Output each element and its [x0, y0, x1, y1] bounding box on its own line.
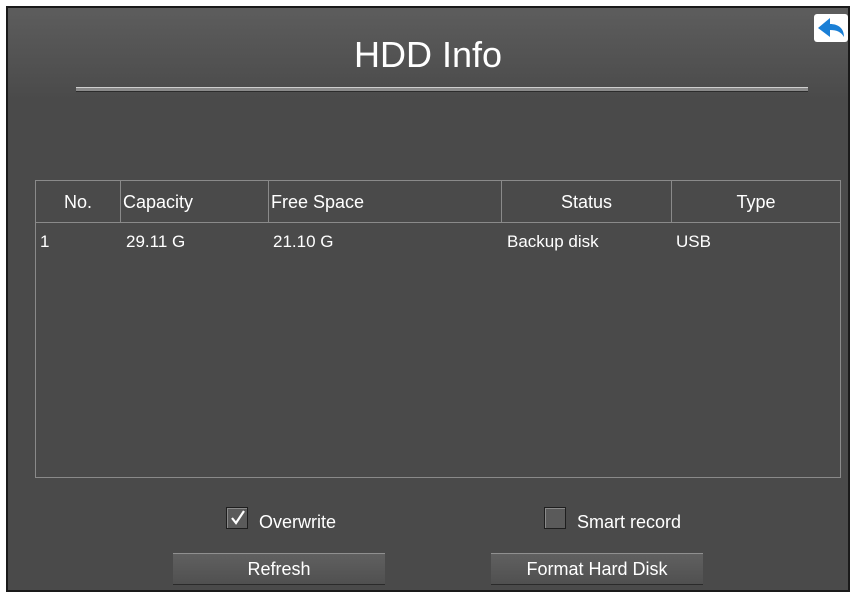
- cell-type: USB: [676, 232, 711, 251]
- column-header-free-space: Free Space: [268, 181, 501, 222]
- title-bar: HDD Info: [8, 8, 848, 100]
- refresh-button[interactable]: Refresh: [173, 553, 385, 585]
- column-header-capacity: Capacity: [120, 181, 268, 222]
- smart-record-label: Smart record: [577, 512, 682, 532]
- cell-free-space: 21.10 G: [273, 232, 334, 251]
- table-header: No. Capacity Free Space Status Type: [36, 181, 840, 223]
- hdd-info-window: HDD Info No. Capacity Free Space Status …: [6, 6, 850, 592]
- overwrite-label: Overwrite: [259, 512, 337, 532]
- back-arrow-icon: [818, 18, 844, 37]
- column-header-status: Status: [501, 181, 671, 222]
- back-button[interactable]: [814, 14, 848, 42]
- checkmark-icon: [231, 510, 245, 525]
- page-title: HDD Info: [353, 34, 503, 75]
- smart-record-checkbox[interactable]: [544, 507, 566, 529]
- format-hard-disk-button[interactable]: Format Hard Disk: [491, 553, 703, 585]
- title-divider: [76, 87, 808, 92]
- cell-capacity: 29.11 G: [126, 232, 186, 251]
- overwrite-checkbox[interactable]: [226, 507, 248, 529]
- hdd-table: No. Capacity Free Space Status Type 1 29…: [35, 180, 841, 478]
- cell-status: Backup disk: [507, 232, 599, 251]
- cell-no: 1: [40, 232, 50, 251]
- column-header-type: Type: [671, 181, 840, 222]
- column-header-no: No.: [63, 192, 92, 212]
